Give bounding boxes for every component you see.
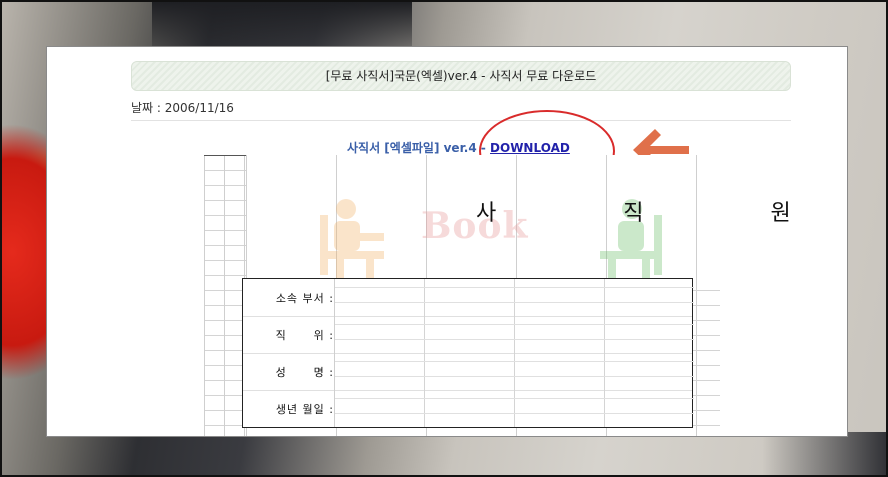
employee-info-box: 소속 부서 : 직 위 : 성 명 : 생년 월일 : <box>242 278 694 428</box>
sheet-title-area: Book 사 직 원 <box>246 155 848 283</box>
field-value-cell <box>335 390 694 427</box>
document-title: 사 직 원 <box>476 201 848 226</box>
field-value-cell <box>335 353 694 390</box>
field-label: 소속 부서 : <box>243 279 335 316</box>
background-shadow <box>762 432 886 475</box>
field-label: 성 명 : <box>243 353 335 390</box>
web-page: [무료 사직서]국문(엑셀)ver.4 - 사직서 무료 다운로드 날짜 : 2… <box>46 46 848 437</box>
info-row-name: 성 명 : <box>243 353 694 391</box>
field-label: 직 위 : <box>243 316 335 353</box>
info-row-position: 직 위 : <box>243 316 694 354</box>
post-title-bar: [무료 사직서]국문(엑셀)ver.4 - 사직서 무료 다운로드 <box>131 61 791 91</box>
sheet-row-header <box>204 155 246 436</box>
screenshot-frame: [무료 사직서]국문(엑셀)ver.4 - 사직서 무료 다운로드 날짜 : 2… <box>0 0 888 477</box>
info-row-birthdate: 생년 월일 : <box>243 390 694 427</box>
divider <box>131 120 791 121</box>
field-value-cell <box>335 316 694 353</box>
spreadsheet-preview: Book 사 직 원 소속 부서 : 직 위 : 성 명: 생년 월일: <box>204 155 848 436</box>
download-label: 사직서 [엑셀파일] ver.4 - <box>347 141 491 155</box>
field-value-cell <box>335 279 694 316</box>
post-date: 날짜 : 2006/11/16 <box>131 101 234 115</box>
chair-figure-icon <box>320 199 384 283</box>
info-row-department: 소속 부서 : <box>243 279 694 317</box>
field-label: 생년 월일 : <box>243 390 335 427</box>
